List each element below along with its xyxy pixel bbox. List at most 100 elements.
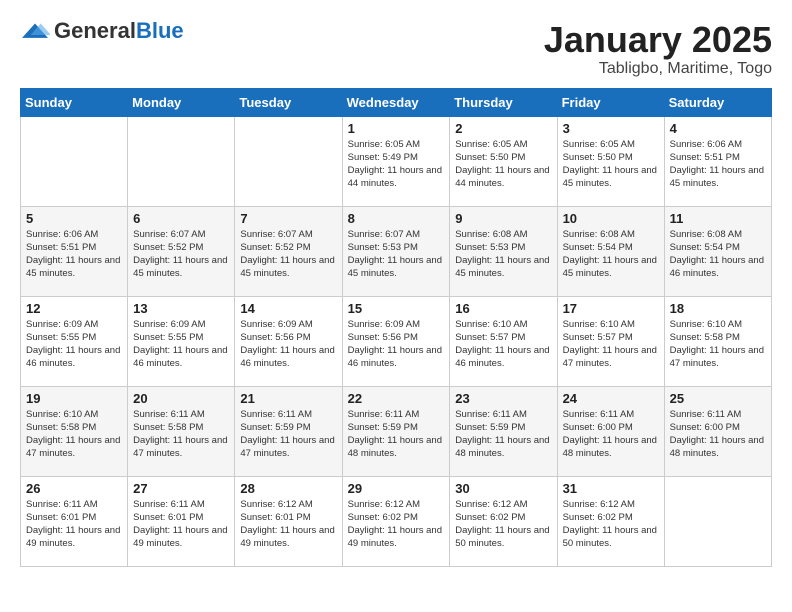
day-number: 19 xyxy=(26,391,122,406)
calendar-cell: 12 Sunrise: 6:09 AMSunset: 5:55 PMDayligh… xyxy=(21,296,128,386)
day-info: Sunrise: 6:08 AMSunset: 5:53 PMDaylight:… xyxy=(455,228,551,281)
calendar-week-row: 26 Sunrise: 6:11 AMSunset: 6:01 PMDayligh… xyxy=(21,476,772,566)
day-number: 13 xyxy=(133,301,229,316)
day-info: Sunrise: 6:07 AMSunset: 5:53 PMDaylight:… xyxy=(348,228,445,281)
weekday-header-row: SundayMondayTuesdayWednesdayThursdayFrid… xyxy=(21,88,772,116)
day-number: 26 xyxy=(26,481,122,496)
day-info: Sunrise: 6:05 AMSunset: 5:50 PMDaylight:… xyxy=(455,138,551,191)
day-number: 8 xyxy=(348,211,445,226)
calendar-cell: 7 Sunrise: 6:07 AMSunset: 5:52 PMDaylight… xyxy=(235,206,342,296)
calendar-cell: 1 Sunrise: 6:05 AMSunset: 5:49 PMDaylight… xyxy=(342,116,450,206)
calendar-cell: 28 Sunrise: 6:12 AMSunset: 6:01 PMDayligh… xyxy=(235,476,342,566)
calendar-cell: 25 Sunrise: 6:11 AMSunset: 6:00 PMDayligh… xyxy=(664,386,771,476)
weekday-header-wednesday: Wednesday xyxy=(342,88,450,116)
calendar-cell: 20 Sunrise: 6:11 AMSunset: 5:58 PMDayligh… xyxy=(128,386,235,476)
weekday-header-friday: Friday xyxy=(557,88,664,116)
calendar-cell: 8 Sunrise: 6:07 AMSunset: 5:53 PMDaylight… xyxy=(342,206,450,296)
logo-text: GeneralBlue xyxy=(54,20,184,42)
day-number: 21 xyxy=(240,391,336,406)
calendar-cell: 19Sunrise: 6:10 AMSunset: 5:58 PMDayligh… xyxy=(21,386,128,476)
calendar-cell: 22Sunrise: 6:11 AMSunset: 5:59 PMDayligh… xyxy=(342,386,450,476)
day-info: Sunrise: 6:09 AMSunset: 5:56 PMDaylight:… xyxy=(240,318,336,371)
month-title: January 2025 xyxy=(544,20,772,60)
day-info: Sunrise: 6:06 AMSunset: 5:51 PMDaylight:… xyxy=(670,138,766,191)
day-number: 1 xyxy=(348,121,445,136)
calendar-week-row: 1 Sunrise: 6:05 AMSunset: 5:49 PMDaylight… xyxy=(21,116,772,206)
calendar-cell: 16Sunrise: 6:10 AMSunset: 5:57 PMDayligh… xyxy=(450,296,557,386)
calendar-cell: 4 Sunrise: 6:06 AMSunset: 5:51 PMDaylight… xyxy=(664,116,771,206)
day-info: Sunrise: 6:11 AMSunset: 5:59 PMDaylight:… xyxy=(455,408,551,461)
logo-icon xyxy=(20,22,50,40)
day-number: 11 xyxy=(670,211,766,226)
day-number: 24 xyxy=(563,391,659,406)
calendar-cell: 30 Sunrise: 6:12 AMSunset: 6:02 PMDayligh… xyxy=(450,476,557,566)
day-info: Sunrise: 6:05 AMSunset: 5:49 PMDaylight:… xyxy=(348,138,445,191)
page-header: GeneralBlue January 2025 Tabligbo, Marit… xyxy=(20,20,772,78)
weekday-header-tuesday: Tuesday xyxy=(235,88,342,116)
logo: GeneralBlue xyxy=(20,20,184,42)
calendar-cell: 26 Sunrise: 6:11 AMSunset: 6:01 PMDayligh… xyxy=(21,476,128,566)
day-number: 25 xyxy=(670,391,766,406)
day-number: 31 xyxy=(563,481,659,496)
day-info: Sunrise: 6:08 AMSunset: 5:54 PMDaylight:… xyxy=(563,228,659,281)
title-area: January 2025 Tabligbo, Maritime, Togo xyxy=(544,20,772,78)
calendar-cell: 3Sunrise: 6:05 AMSunset: 5:50 PMDaylight… xyxy=(557,116,664,206)
day-number: 2 xyxy=(455,121,551,136)
day-info: Sunrise: 6:09 AMSunset: 5:55 PMDaylight:… xyxy=(26,318,122,371)
day-number: 14 xyxy=(240,301,336,316)
calendar-week-row: 5 Sunrise: 6:06 AMSunset: 5:51 PMDaylight… xyxy=(21,206,772,296)
day-number: 27 xyxy=(133,481,229,496)
day-number: 18 xyxy=(670,301,766,316)
calendar-cell: 15Sunrise: 6:09 AMSunset: 5:56 PMDayligh… xyxy=(342,296,450,386)
day-number: 4 xyxy=(670,121,766,136)
weekday-header-saturday: Saturday xyxy=(664,88,771,116)
day-number: 5 xyxy=(26,211,122,226)
calendar-week-row: 12 Sunrise: 6:09 AMSunset: 5:55 PMDayligh… xyxy=(21,296,772,386)
day-info: Sunrise: 6:11 AMSunset: 6:01 PMDaylight:… xyxy=(26,498,122,551)
calendar-cell: 27 Sunrise: 6:11 AMSunset: 6:01 PMDayligh… xyxy=(128,476,235,566)
calendar-cell: 23 Sunrise: 6:11 AMSunset: 5:59 PMDayligh… xyxy=(450,386,557,476)
day-number: 17 xyxy=(563,301,659,316)
calendar-cell: 24 Sunrise: 6:11 AMSunset: 6:00 PMDayligh… xyxy=(557,386,664,476)
day-info: Sunrise: 6:06 AMSunset: 5:51 PMDaylight:… xyxy=(26,228,122,281)
day-number: 9 xyxy=(455,211,551,226)
day-info: Sunrise: 6:12 AMSunset: 6:02 PMDaylight:… xyxy=(348,498,445,551)
day-number: 28 xyxy=(240,481,336,496)
calendar-cell: 2 Sunrise: 6:05 AMSunset: 5:50 PMDaylight… xyxy=(450,116,557,206)
day-info: Sunrise: 6:08 AMSunset: 5:54 PMDaylight:… xyxy=(670,228,766,281)
day-info: Sunrise: 6:07 AMSunset: 5:52 PMDaylight:… xyxy=(133,228,229,281)
day-number: 23 xyxy=(455,391,551,406)
calendar-cell: 6 Sunrise: 6:07 AMSunset: 5:52 PMDaylight… xyxy=(128,206,235,296)
day-info: Sunrise: 6:07 AMSunset: 5:52 PMDaylight:… xyxy=(240,228,336,281)
day-info: Sunrise: 6:12 AMSunset: 6:02 PMDaylight:… xyxy=(455,498,551,551)
day-number: 30 xyxy=(455,481,551,496)
calendar-cell xyxy=(21,116,128,206)
day-number: 29 xyxy=(348,481,445,496)
calendar: SundayMondayTuesdayWednesdayThursdayFrid… xyxy=(20,88,772,567)
calendar-cell: 29 Sunrise: 6:12 AMSunset: 6:02 PMDayligh… xyxy=(342,476,450,566)
day-info: Sunrise: 6:05 AMSunset: 5:50 PMDaylight:… xyxy=(563,138,659,191)
day-info: Sunrise: 6:10 AMSunset: 5:57 PMDaylight:… xyxy=(455,318,551,371)
day-number: 6 xyxy=(133,211,229,226)
location-title: Tabligbo, Maritime, Togo xyxy=(544,60,772,78)
day-info: Sunrise: 6:11 AMSunset: 5:58 PMDaylight:… xyxy=(133,408,229,461)
day-number: 20 xyxy=(133,391,229,406)
day-info: Sunrise: 6:10 AMSunset: 5:57 PMDaylight:… xyxy=(563,318,659,371)
day-info: Sunrise: 6:11 AMSunset: 6:01 PMDaylight:… xyxy=(133,498,229,551)
calendar-cell xyxy=(235,116,342,206)
day-number: 10 xyxy=(563,211,659,226)
calendar-cell: 17 Sunrise: 6:10 AMSunset: 5:57 PMDayligh… xyxy=(557,296,664,386)
calendar-cell: 5 Sunrise: 6:06 AMSunset: 5:51 PMDaylight… xyxy=(21,206,128,296)
day-info: Sunrise: 6:12 AMSunset: 6:01 PMDaylight:… xyxy=(240,498,336,551)
weekday-header-monday: Monday xyxy=(128,88,235,116)
weekday-header-sunday: Sunday xyxy=(21,88,128,116)
day-info: Sunrise: 6:11 AMSunset: 6:00 PMDaylight:… xyxy=(670,408,766,461)
calendar-cell xyxy=(128,116,235,206)
calendar-cell: 13Sunrise: 6:09 AMSunset: 5:55 PMDayligh… xyxy=(128,296,235,386)
day-info: Sunrise: 6:11 AMSunset: 6:00 PMDaylight:… xyxy=(563,408,659,461)
day-number: 7 xyxy=(240,211,336,226)
day-info: Sunrise: 6:11 AMSunset: 5:59 PMDaylight:… xyxy=(348,408,445,461)
calendar-cell: 11 Sunrise: 6:08 AMSunset: 5:54 PMDayligh… xyxy=(664,206,771,296)
day-number: 12 xyxy=(26,301,122,316)
calendar-cell xyxy=(664,476,771,566)
